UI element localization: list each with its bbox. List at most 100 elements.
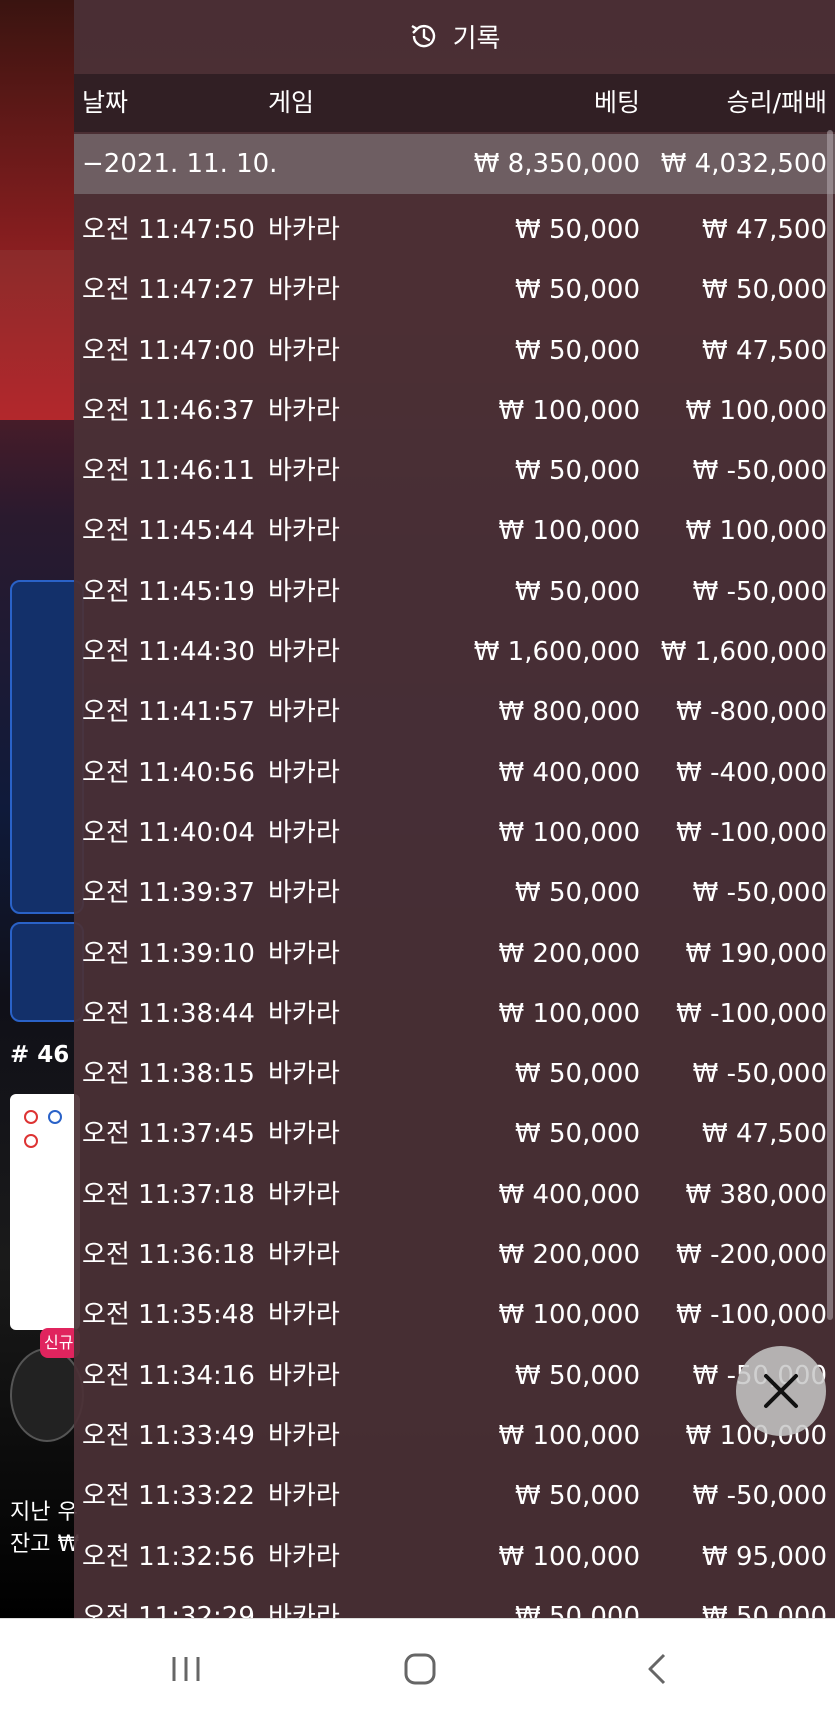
row-result: ₩ -50,000 xyxy=(692,1059,827,1090)
history-row[interactable]: 오전 11:37:45 바카라 ₩ 50,000 ₩ 47,500 xyxy=(74,1104,835,1164)
history-row[interactable]: 오전 11:35:48 바카라 ₩ 100,000 ₩ -100,000 xyxy=(74,1285,835,1345)
history-row[interactable]: 오전 11:32:56 바카라 ₩ 100,000 ₩ 95,000 xyxy=(74,1527,835,1587)
history-row[interactable]: 오전 11:37:18 바카라 ₩ 400,000 ₩ 380,000 xyxy=(74,1165,835,1225)
row-game: 바카라 xyxy=(268,697,340,728)
date-group-total-bet: ₩ 8,350,000 xyxy=(473,149,640,179)
row-bet: ₩ 50,000 xyxy=(515,1119,640,1150)
row-game: 바카라 xyxy=(268,335,340,366)
history-row[interactable]: 오전 11:33:49 바카라 ₩ 100,000 ₩ 100,000 xyxy=(74,1406,835,1466)
row-game: 바카라 xyxy=(268,275,340,306)
row-bet: ₩ 100,000 xyxy=(498,1420,641,1451)
row-bet: ₩ 100,000 xyxy=(498,1541,641,1572)
last-win-label: 지난 우 xyxy=(10,1500,78,1525)
history-row[interactable]: 오전 11:32:29 바카라 ₩ 50,000 ₩ 50,000 xyxy=(74,1587,835,1618)
recent-apps-icon[interactable] xyxy=(168,1651,204,1687)
row-result: ₩ -100,000 xyxy=(676,1300,827,1331)
row-time: 오전 11:33:22 xyxy=(82,1481,255,1512)
bet-spot-player[interactable] xyxy=(10,580,84,914)
row-game: 바카라 xyxy=(268,1059,340,1090)
chip-selector[interactable] xyxy=(10,1348,84,1442)
row-time: 오전 11:38:15 xyxy=(82,1059,255,1090)
history-row[interactable]: 오전 11:40:56 바카라 ₩ 400,000 ₩ -400,000 xyxy=(74,743,835,803)
row-time: 오전 11:46:37 xyxy=(82,395,255,426)
row-time: 오전 11:37:18 xyxy=(82,1179,255,1210)
row-result: ₩ -100,000 xyxy=(676,817,827,848)
row-bet: ₩ 800,000 xyxy=(498,697,641,728)
history-row[interactable]: 오전 11:34:16바카라₩ 50,000₩ -50,000 xyxy=(74,1346,835,1406)
history-row[interactable]: 오전 11:47:27 바카라 ₩ 50,000 ₩ 50,000 xyxy=(74,260,835,320)
row-result: ₩ 380,000 xyxy=(685,1179,828,1210)
row-game: 바카라 xyxy=(268,1601,340,1618)
history-row[interactable]: 오전 11:44:30 바카라 ₩ 1,600,000 ₩ 1,600,000 xyxy=(74,622,835,682)
history-row[interactable]: 오전 11:40:04 바카라 ₩ 100,000 ₩ -100,000 xyxy=(74,803,835,863)
history-row[interactable]: 오전 11:47:00 바카라 ₩ 50,000 ₩ 47,500 xyxy=(74,321,835,381)
row-result: ₩ -800,000 xyxy=(676,697,827,728)
row-time: 오전 11:37:45 xyxy=(82,1119,255,1150)
row-bet: ₩ 200,000 xyxy=(498,1240,641,1271)
date-group-total-result: ₩ 4,032,500 xyxy=(660,149,827,179)
row-game: 바카라 xyxy=(268,456,340,487)
row-game: 바카라 xyxy=(268,757,340,788)
history-row[interactable]: 오전 11:47:50 바카라 ₩ 50,000 ₩ 47,500 xyxy=(74,200,835,260)
date-group-row[interactable]: −2021. 11. 10. ₩ 8,350,000 ₩ 4,032,500 xyxy=(74,134,835,194)
row-game: 바카라 xyxy=(268,1420,340,1451)
history-row[interactable]: 오전 11:46:11 바카라 ₩ 50,000 ₩ -50,000 xyxy=(74,441,835,501)
close-icon xyxy=(764,1374,798,1408)
history-row[interactable]: 오전 11:41:57 바카라 ₩ 800,000 ₩ -800,000 xyxy=(74,682,835,742)
row-time: 오전 11:34:16 xyxy=(82,1360,255,1391)
row-bet: ₩ 1,600,000 xyxy=(473,637,640,668)
row-time: 오전 11:39:10 xyxy=(82,938,255,969)
history-row[interactable]: 오전 11:33:22 바카라 ₩ 50,000 ₩ -50,000 xyxy=(74,1466,835,1526)
row-time: 오전 11:40:56 xyxy=(82,757,255,788)
row-bet: ₩ 50,000 xyxy=(515,878,640,909)
bead-road xyxy=(10,1094,80,1330)
row-game: 바카라 xyxy=(268,637,340,668)
row-time: 오전 11:32:56 xyxy=(82,1541,255,1572)
row-result: ₩ -50,000 xyxy=(692,576,827,607)
round-number: # 46 xyxy=(10,1042,70,1068)
date-group-date: −2021. 11. 10. xyxy=(82,149,278,179)
history-row[interactable]: 오전 11:39:10 바카라 ₩ 200,000 ₩ 190,000 xyxy=(74,924,835,984)
row-bet: ₩ 100,000 xyxy=(498,817,641,848)
row-result: ₩ -200,000 xyxy=(676,1240,827,1271)
history-rows[interactable]: 오전 11:47:50 바카라 ₩ 50,000 ₩ 47,500 오전 11:47:2… xyxy=(74,200,835,1618)
balance-label: 잔고 ₩ xyxy=(10,1532,80,1557)
row-time: 오전 11:47:00 xyxy=(82,335,255,366)
row-time: 오전 11:38:44 xyxy=(82,998,255,1029)
column-result: 승리/패배 xyxy=(726,88,827,117)
scrollbar[interactable] xyxy=(827,130,833,1320)
column-date: 날짜 xyxy=(82,88,129,117)
row-game: 바카라 xyxy=(268,1240,340,1271)
row-time: 오전 11:36:18 xyxy=(82,1240,255,1271)
history-row[interactable]: 오전 11:39:37 바카라 ₩ 50,000 ₩ -50,000 xyxy=(74,863,835,923)
row-result: ₩ -50,000 xyxy=(692,1481,827,1512)
history-clock-icon xyxy=(410,24,435,48)
history-row[interactable]: 오전 11:38:44 바카라 ₩ 100,000 ₩ -100,000 xyxy=(74,984,835,1044)
history-row[interactable]: 오전 11:46:37 바카라 ₩ 100,000 ₩ 100,000 xyxy=(74,381,835,441)
row-bet: ₩ 50,000 xyxy=(515,275,640,306)
row-result: ₩ 100,000 xyxy=(685,516,828,547)
back-icon[interactable] xyxy=(640,1651,676,1687)
history-row[interactable]: 오전 11:36:18 바카라 ₩ 200,000 ₩ -200,000 xyxy=(74,1225,835,1285)
row-bet: ₩ 100,000 xyxy=(498,395,641,426)
row-game: 바카라 xyxy=(268,1360,340,1391)
row-result: ₩ 47,500 xyxy=(702,335,827,366)
row-time: 오전 11:32:29 xyxy=(82,1601,255,1618)
row-result: ₩ 47,500 xyxy=(702,1119,827,1150)
row-result: ₩ 190,000 xyxy=(685,938,828,969)
history-row[interactable]: 오전 11:38:15 바카라 ₩ 50,000 ₩ -50,000 xyxy=(74,1044,835,1104)
row-bet: ₩ 50,000 xyxy=(515,456,640,487)
close-button[interactable] xyxy=(736,1346,826,1436)
row-game: 바카라 xyxy=(268,1119,340,1150)
row-game: 바카라 xyxy=(268,998,340,1029)
row-time: 오전 11:40:04 xyxy=(82,817,255,848)
row-game: 바카라 xyxy=(268,1481,340,1512)
history-row[interactable]: 오전 11:45:19 바카라 ₩ 50,000 ₩ -50,000 xyxy=(74,562,835,622)
row-game: 바카라 xyxy=(268,1300,340,1331)
row-time: 오전 11:44:30 xyxy=(82,637,255,668)
history-row[interactable]: 오전 11:45:44 바카라 ₩ 100,000 ₩ 100,000 xyxy=(74,501,835,561)
history-panel: 기록 날짜 게임 베팅 승리/패배 −2021. 11. 10. ₩ 8,350… xyxy=(74,0,835,1618)
row-time: 오전 11:39:37 xyxy=(82,878,255,909)
bet-spot-pair[interactable] xyxy=(10,922,84,1022)
home-icon[interactable] xyxy=(402,1651,438,1687)
